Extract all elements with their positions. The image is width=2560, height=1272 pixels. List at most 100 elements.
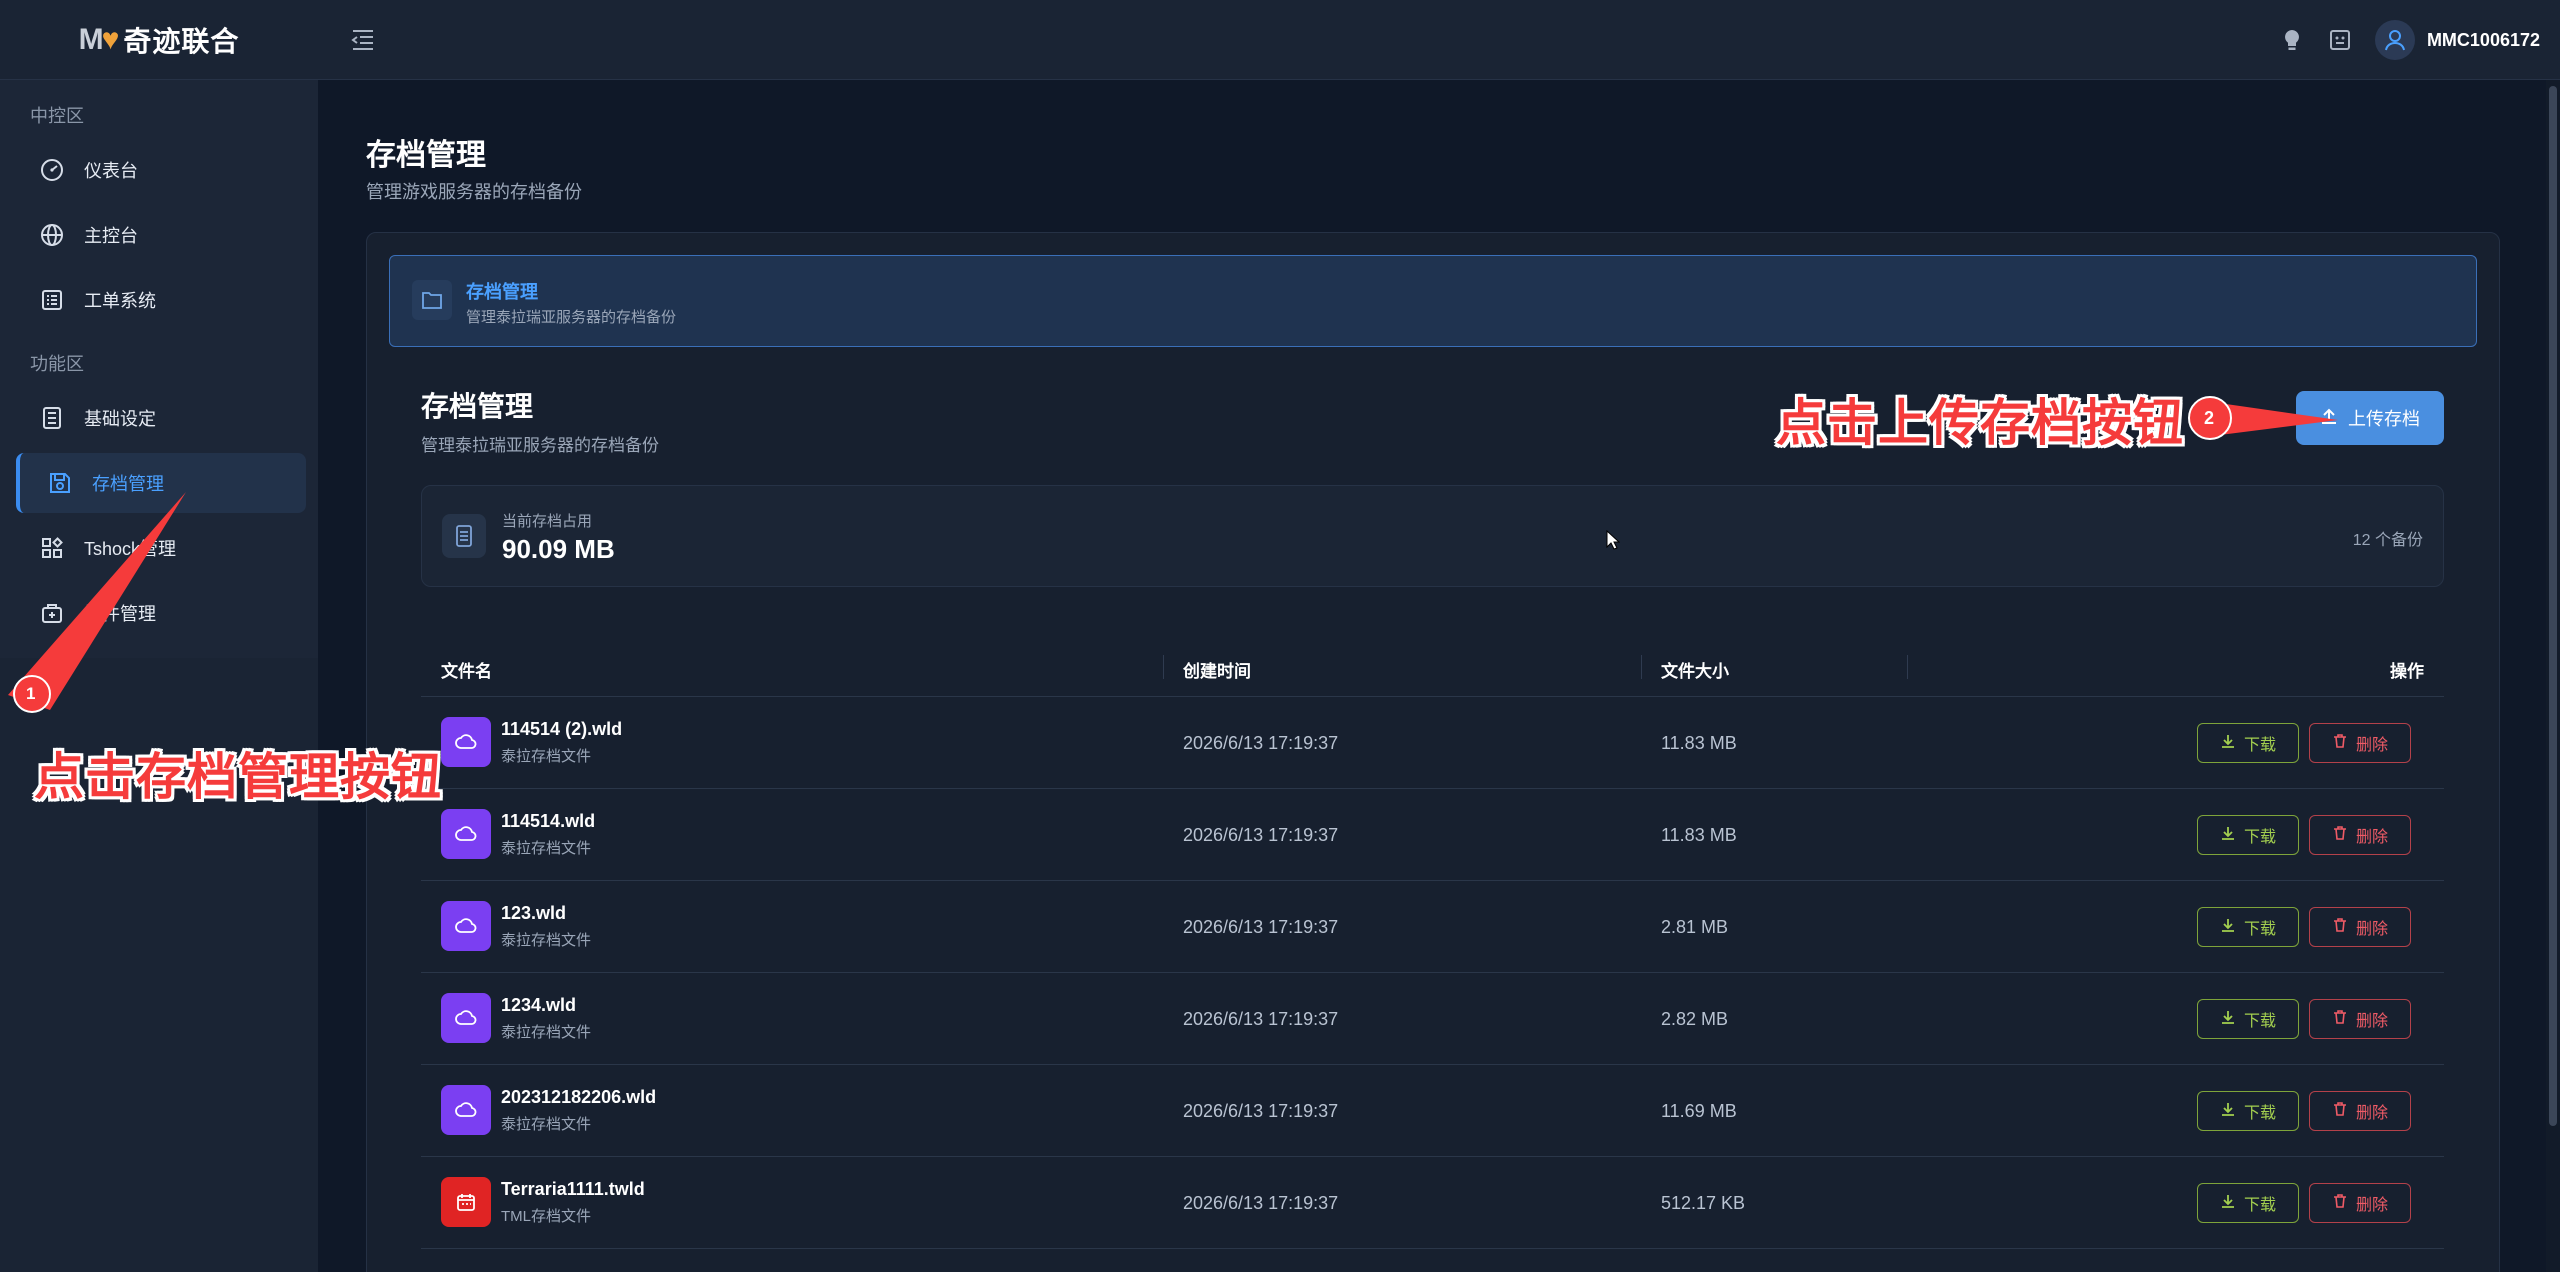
- header-filename: 文件名: [441, 662, 492, 681]
- header-created: 创建时间: [1183, 662, 1251, 681]
- header-divider: [1907, 655, 1908, 679]
- logo[interactable]: M♥ 奇迹联合: [0, 0, 318, 80]
- download-button[interactable]: 下载: [2197, 1091, 2299, 1131]
- robot-icon[interactable]: [2327, 27, 2353, 53]
- section-label-features: 功能区: [30, 354, 84, 374]
- upload-icon: [2320, 407, 2338, 430]
- delete-button[interactable]: 删除: [2309, 723, 2411, 763]
- download-icon: [2220, 1193, 2236, 1214]
- download-label: 下载: [2243, 1197, 2276, 1214]
- delete-button[interactable]: 删除: [2309, 1183, 2411, 1223]
- download-icon: [2220, 1101, 2236, 1122]
- delete-button[interactable]: 删除: [2309, 907, 2411, 947]
- cloud-file-icon: [441, 1085, 491, 1135]
- cloud-file-icon: [441, 809, 491, 859]
- ticket-icon: [38, 286, 66, 314]
- header-size: 文件大小: [1661, 662, 1729, 681]
- breadcrumb-title: 存档管理: [466, 282, 538, 302]
- annotation-number-1: 1: [26, 684, 36, 703]
- sidebar-item-basic-settings[interactable]: 基础设定: [16, 388, 306, 448]
- file-created-time: 2026/6/13 17:19:37: [1183, 1101, 1339, 1121]
- table-body: 114514 (2).wld 泰拉存档文件 2026/6/13 17:19:37…: [421, 697, 2444, 1249]
- table-row: 114514.wld 泰拉存档文件 2026/6/13 17:19:37 11.…: [421, 789, 2444, 881]
- file-type: 泰拉存档文件: [501, 932, 592, 949]
- file-size: 2.81 MB: [1661, 917, 1729, 937]
- breadcrumb[interactable]: 存档管理 管理泰拉瑞亚服务器的存档备份: [389, 255, 2477, 347]
- download-icon: [2220, 917, 2236, 938]
- scroll-thumb[interactable]: [2549, 86, 2557, 1126]
- mouse-cursor-icon: [1606, 529, 1621, 555]
- trash-icon: [2332, 733, 2348, 754]
- avatar[interactable]: [2374, 20, 2415, 60]
- storage-icon: [442, 514, 486, 558]
- sidebar-item-label: 仪表台: [84, 161, 138, 181]
- username[interactable]: MMC1006172: [2427, 30, 2540, 51]
- annotation-text-1: 点击存档管理按钮: [34, 749, 442, 805]
- file-name: 114514.wld: [501, 811, 596, 831]
- backup-count: 12 个备份: [2352, 532, 2423, 549]
- file-type: 泰拉存档文件: [501, 1024, 592, 1041]
- storage-usage-panel: 当前存档占用 90.09 MB 12 个备份: [421, 485, 2444, 587]
- delete-button[interactable]: 删除: [2309, 999, 2411, 1039]
- table-row: 202312182206.wld 泰拉存档文件 2026/6/13 17:19:…: [421, 1065, 2444, 1157]
- trash-icon: [2332, 1101, 2348, 1122]
- page-scrollbar[interactable]: [2546, 80, 2560, 1272]
- table-row: Terraria1111.twld TML存档文件 2026/6/13 17:1…: [421, 1157, 2444, 1249]
- cloud-file-icon: [441, 993, 491, 1043]
- menu-toggle-icon[interactable]: [348, 26, 378, 54]
- delete-label: 删除: [2355, 1197, 2388, 1214]
- sidebar-item-label: 基础设定: [84, 409, 156, 429]
- logo-text: 奇迹联合: [123, 26, 240, 57]
- save-table: 文件名 创建时间 文件大小 操作 114514 (2).wld 泰拉存档文件 2…: [421, 637, 2444, 1249]
- trash-icon: [2332, 917, 2348, 938]
- download-label: 下载: [2243, 737, 2276, 754]
- section-label-control: 中控区: [30, 106, 84, 126]
- header-actions: 操作: [2390, 662, 2424, 681]
- sidebar-item-dashboard[interactable]: 仪表台: [16, 140, 306, 200]
- sidebar-item-console[interactable]: 主控台: [16, 205, 306, 265]
- delete-label: 删除: [2355, 1105, 2388, 1122]
- file-type: TML存档文件: [501, 1208, 592, 1225]
- trash-icon: [2332, 1009, 2348, 1030]
- calendar-file-icon: [441, 1177, 491, 1227]
- download-button[interactable]: 下载: [2197, 723, 2299, 763]
- upload-save-button[interactable]: 上传存档: [2296, 391, 2444, 445]
- cloud-file-icon: [441, 717, 491, 767]
- file-type: 泰拉存档文件: [501, 840, 592, 857]
- section-subtitle: 管理泰拉瑞亚服务器的存档备份: [421, 436, 659, 455]
- file-type: 泰拉存档文件: [501, 748, 592, 765]
- file-size: 11.83 MB: [1661, 733, 1737, 753]
- cloud-file-icon: [441, 901, 491, 951]
- storage-label: 当前存档占用: [502, 513, 593, 530]
- delete-label: 删除: [2355, 829, 2388, 846]
- download-button[interactable]: 下载: [2197, 1183, 2299, 1223]
- section-title: 存档管理: [421, 391, 534, 422]
- sidebar-item-tshock[interactable]: Tshock管理: [16, 518, 306, 578]
- sidebar-item-save-management[interactable]: 存档管理: [16, 453, 306, 513]
- sidebar-menu: 中控区 仪表台 主控台 工单系统 功能区 基础设定 存档管理 Tshock管理 …: [0, 80, 318, 658]
- file-created-time: 2026/6/13 17:19:37: [1183, 733, 1339, 753]
- sidebar: 中控区 仪表台 主控台 工单系统 功能区 基础设定 存档管理 Tshock管理 …: [0, 80, 318, 1272]
- download-button[interactable]: 下载: [2197, 815, 2299, 855]
- file-created-time: 2026/6/13 17:19:37: [1183, 1193, 1339, 1213]
- download-icon: [2220, 1009, 2236, 1030]
- delete-button[interactable]: 删除: [2309, 815, 2411, 855]
- header-actions: MMC1006172: [2279, 0, 2540, 80]
- sidebar-item-plugins[interactable]: 插件管理: [16, 583, 306, 643]
- sidebar-item-label: 存档管理: [92, 474, 164, 494]
- delete-button[interactable]: 删除: [2309, 1091, 2411, 1131]
- download-button[interactable]: 下载: [2197, 907, 2299, 947]
- top-bar: M♥ 奇迹联合 MMC1006172: [0, 0, 2560, 80]
- file-name: 1234.wld: [501, 995, 577, 1015]
- bulb-icon[interactable]: [2279, 27, 2305, 53]
- file-created-time: 2026/6/13 17:19:37: [1183, 1009, 1339, 1029]
- table-row: 1234.wld 泰拉存档文件 2026/6/13 17:19:37 2.82 …: [421, 973, 2444, 1065]
- file-size: 512.17 KB: [1661, 1193, 1746, 1213]
- annotation-text-2: 点击上传存档按钮: [1776, 395, 2184, 451]
- download-label: 下载: [2243, 1105, 2276, 1122]
- sidebar-item-tickets[interactable]: 工单系统: [16, 270, 306, 330]
- file-name: 202312182206.wld: [501, 1087, 657, 1107]
- download-button[interactable]: 下载: [2197, 999, 2299, 1039]
- download-icon: [2220, 733, 2236, 754]
- gauge-icon: [38, 156, 66, 184]
